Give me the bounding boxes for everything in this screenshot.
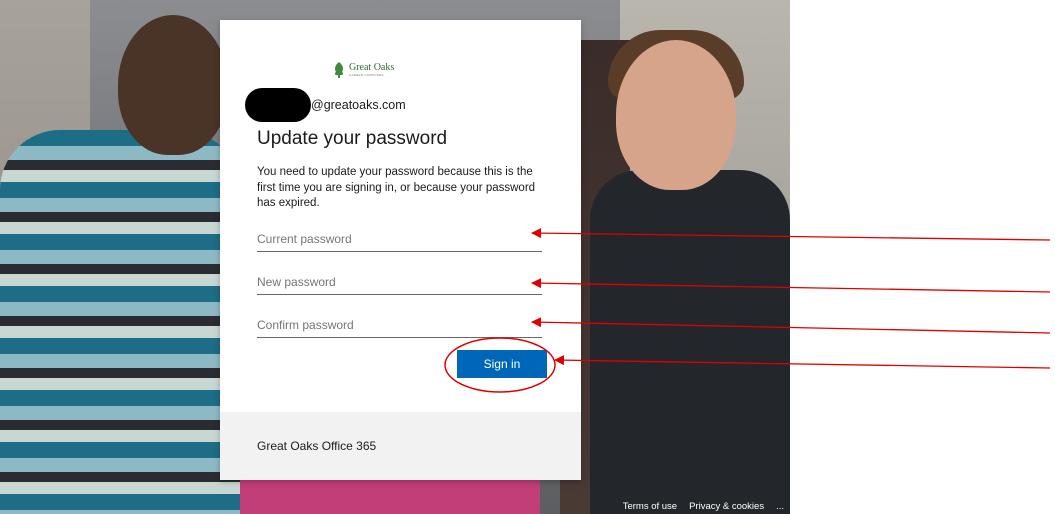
page-footer: Terms of use Privacy & cookies ... (623, 498, 790, 514)
more-options-icon[interactable]: ... (776, 501, 784, 512)
terms-of-use-link[interactable]: Terms of use (623, 501, 677, 512)
new-password-input[interactable] (257, 270, 542, 295)
great-oaks-logo: Great Oaks CAREER CAMPUSES (332, 55, 472, 85)
confirm-password-input[interactable] (257, 313, 542, 338)
privacy-cookies-link[interactable]: Privacy & cookies (689, 501, 764, 512)
redacted-username (245, 88, 311, 122)
dialog-description: You need to update your password because… (257, 166, 536, 209)
sign-in-button[interactable]: Sign in (457, 350, 547, 378)
page-title: Update your password (257, 128, 448, 149)
organization-name: Great Oaks Office 365 (257, 439, 377, 453)
dialog-footer: Great Oaks Office 365 (220, 412, 581, 480)
oak-leaf-icon (334, 62, 344, 78)
account-email: @greatoaks.com (311, 98, 406, 112)
update-password-dialog: Great Oaks CAREER CAMPUSES @greatoaks.co… (220, 20, 581, 480)
logo-text: Great Oaks (349, 62, 395, 73)
account-identity: @greatoaks.com (245, 88, 406, 122)
current-password-input[interactable] (257, 227, 542, 252)
logo-subtext: CAREER CAMPUSES (349, 73, 384, 77)
